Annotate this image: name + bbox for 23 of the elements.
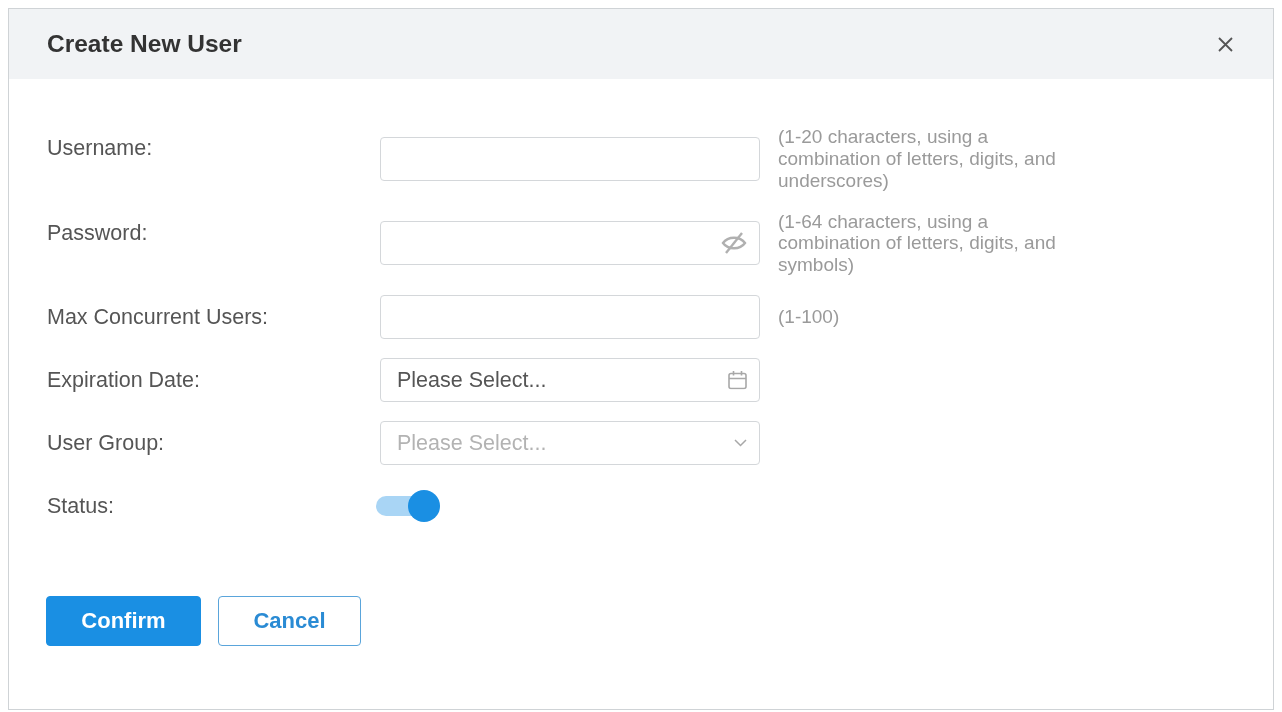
cancel-button[interactable]: Cancel — [218, 596, 361, 647]
close-icon — [1218, 36, 1233, 52]
confirm-button[interactable]: Confirm — [46, 596, 201, 647]
text-input[interactable] — [380, 136, 760, 181]
field-hint: (1-100) — [778, 306, 840, 328]
date-picker[interactable]: Please Select... — [380, 358, 760, 403]
close-button[interactable] — [1218, 36, 1233, 52]
status-toggle[interactable] — [376, 490, 440, 523]
field-label: Username: — [47, 136, 154, 161]
password-input[interactable] — [380, 221, 760, 266]
field-label: Status: — [47, 494, 115, 520]
chevron-down-icon[interactable] — [734, 439, 747, 448]
field-label: Expiration Date: — [47, 368, 201, 394]
field-label: Password: — [47, 220, 149, 246]
field-hint: (1-64 characters, using a combination of letters, digits, and symbols) — [778, 210, 1057, 277]
field-label: User Group: — [47, 431, 166, 457]
eye-slash-icon[interactable] — [721, 232, 747, 255]
text-input[interactable] — [380, 295, 760, 340]
select-dropdown[interactable]: Please Select... — [380, 421, 760, 466]
dialog-title: Create New User — [47, 30, 242, 58]
field-label: Max Concurrent Users: — [47, 305, 270, 331]
field-hint: (1-20 characters, using a combination of letters, digits, and underscores) — [778, 126, 1057, 192]
calendar-icon[interactable] — [728, 370, 747, 390]
